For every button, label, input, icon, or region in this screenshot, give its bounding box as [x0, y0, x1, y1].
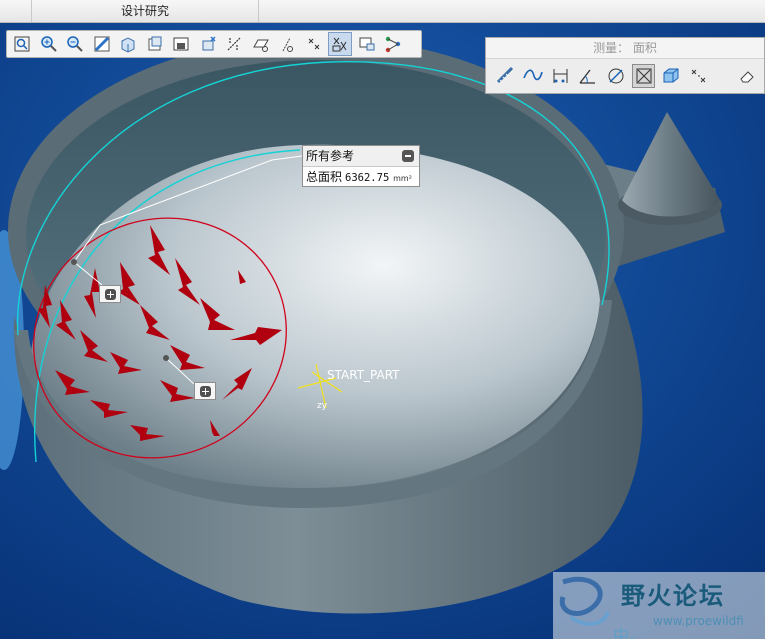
ribbon-tab-bar: 设计研究 [0, 0, 765, 23]
spin-center-icon [202, 36, 216, 51]
annotation-display-button[interactable] [328, 32, 352, 56]
measure-result-callout[interactable]: 所有参考 总面积 6362.75 mm² [302, 145, 420, 187]
volume-button[interactable] [659, 64, 683, 88]
reference-point-1 [71, 259, 77, 265]
view-manager-icon [173, 37, 189, 51]
measure-dialog-title: 测量： 面积 [486, 38, 764, 59]
area-button[interactable] [631, 64, 656, 88]
view-orient-button[interactable] [355, 32, 379, 56]
csys-label: START_PART [327, 368, 400, 382]
plus-icon [199, 385, 211, 397]
callout-header-label: 所有参考 [306, 149, 355, 163]
csys-display-button[interactable] [302, 32, 326, 56]
curve-icon [523, 69, 544, 81]
view-manager-button[interactable] [169, 32, 193, 56]
total-area-value: 6362.75 [345, 172, 390, 184]
ribbon-tab-spacer [0, 0, 32, 22]
model-viewport[interactable]: zy [0, 0, 765, 639]
network-button[interactable] [381, 32, 405, 56]
measure-tools-row [486, 59, 764, 93]
point-display-button[interactable] [275, 32, 299, 56]
watermark-sub: 中。 [613, 626, 646, 639]
axis-display-button[interactable] [222, 32, 246, 56]
transform-button[interactable] [687, 64, 711, 88]
zoom-in-icon [40, 36, 57, 52]
length-button[interactable] [494, 64, 518, 88]
watermark-logo-icon [559, 576, 610, 626]
shading-icon [121, 37, 135, 53]
plane-display-icon [252, 39, 269, 52]
refit-button[interactable] [10, 32, 34, 56]
csys-axis-label: zy [317, 401, 328, 411]
view-orient-icon [359, 37, 374, 51]
eraser-button[interactable] [737, 64, 761, 88]
area-icon [636, 68, 652, 84]
diameter-button[interactable] [604, 64, 628, 88]
shading-button[interactable] [116, 32, 140, 56]
zoom-in-button[interactable] [37, 32, 61, 56]
expand-reference-button-1[interactable] [99, 285, 121, 303]
network-icon [385, 36, 401, 53]
refit-icon [14, 36, 30, 52]
expand-reference-button-2[interactable] [194, 382, 216, 400]
plus-icon [104, 288, 116, 300]
watermark-title: 野火论坛 [621, 582, 725, 610]
axis-display-icon [227, 37, 241, 51]
zoom-out-button[interactable] [63, 32, 87, 56]
angle-icon [579, 69, 596, 84]
plane-display-button[interactable] [249, 32, 273, 56]
eraser-icon [740, 71, 754, 83]
repaint-button[interactable] [90, 32, 114, 56]
measure-dialog: 测量： 面积 [485, 37, 765, 94]
transform-icon [691, 69, 706, 83]
annotation-display-icon [332, 37, 347, 52]
angle-button[interactable] [577, 64, 601, 88]
forum-watermark: 野火论坛 中。 www.proewildfi [553, 572, 765, 639]
minimize-icon[interactable] [402, 150, 414, 162]
total-area-label: 总面积 [306, 170, 343, 184]
saved-views-button[interactable] [143, 32, 167, 56]
reference-point-2 [163, 355, 169, 361]
diameter-icon [608, 68, 624, 84]
repaint-icon [94, 36, 109, 52]
callout-header: 所有参考 [303, 146, 419, 167]
spin-center-button[interactable] [196, 32, 220, 56]
area-unit: mm² [393, 174, 412, 183]
csys-display-icon [308, 38, 319, 50]
view-toolbar [6, 30, 422, 58]
curve-button[interactable] [522, 64, 546, 88]
volume-icon [663, 68, 679, 83]
distance-icon [553, 69, 568, 83]
distance-button[interactable] [549, 64, 573, 88]
saved-views-icon [148, 36, 161, 51]
callout-value-row: 总面积 6362.75 mm² [303, 167, 419, 189]
watermark-url: www.proewildfi [653, 614, 744, 628]
point-display-icon [282, 37, 293, 52]
tab-design-study[interactable]: 设计研究 [32, 0, 259, 22]
length-icon [496, 66, 513, 84]
zoom-out-icon [67, 36, 83, 52]
